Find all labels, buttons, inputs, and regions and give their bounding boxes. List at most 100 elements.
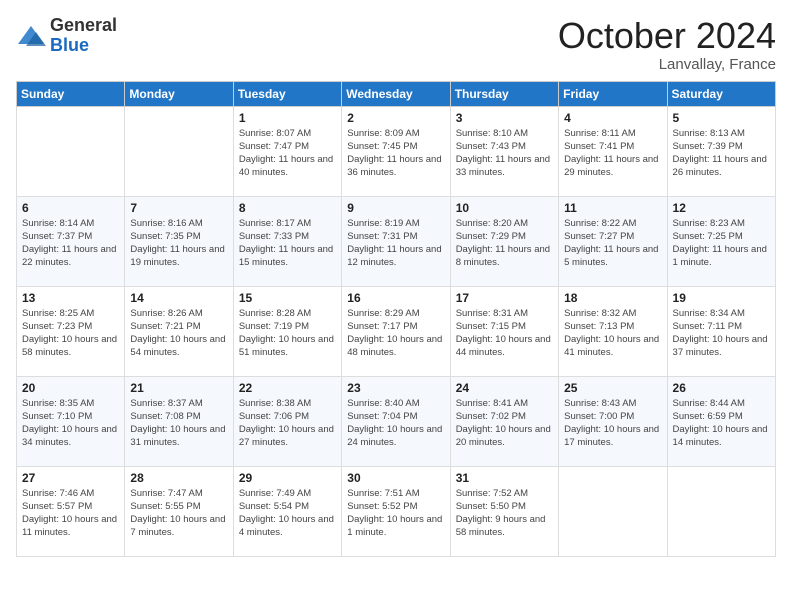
calendar-cell: 25 Sunrise: 8:43 AMSunset: 7:00 PMDayligh… xyxy=(559,376,667,466)
day-number: 18 xyxy=(564,291,661,305)
day-detail: Sunrise: 8:16 AMSunset: 7:35 PMDaylight:… xyxy=(130,217,227,270)
day-detail: Sunrise: 7:49 AMSunset: 5:54 PMDaylight:… xyxy=(239,487,336,540)
calendar-week-row: 20 Sunrise: 8:35 AMSunset: 7:10 PMDayligh… xyxy=(17,376,776,466)
day-number: 23 xyxy=(347,381,444,395)
day-number: 22 xyxy=(239,381,336,395)
day-detail: Sunrise: 8:10 AMSunset: 7:43 PMDaylight:… xyxy=(456,127,553,180)
calendar-cell: 13 Sunrise: 8:25 AMSunset: 7:23 PMDayligh… xyxy=(17,286,125,376)
location-text: Lanvallay, France xyxy=(558,56,776,73)
calendar-week-row: 6 Sunrise: 8:14 AMSunset: 7:37 PMDaylight… xyxy=(17,196,776,286)
day-number: 29 xyxy=(239,471,336,485)
calendar-cell xyxy=(667,466,775,556)
logo-icon xyxy=(16,24,46,48)
calendar-cell xyxy=(559,466,667,556)
calendar-cell: 7 Sunrise: 8:16 AMSunset: 7:35 PMDaylight… xyxy=(125,196,233,286)
calendar-cell: 11 Sunrise: 8:22 AMSunset: 7:27 PMDayligh… xyxy=(559,196,667,286)
day-number: 5 xyxy=(673,111,770,125)
page-header: General Blue October 2024 Lanvallay, Fra… xyxy=(16,16,776,73)
day-detail: Sunrise: 8:38 AMSunset: 7:06 PMDaylight:… xyxy=(239,397,336,450)
day-detail: Sunrise: 8:28 AMSunset: 7:19 PMDaylight:… xyxy=(239,307,336,360)
day-detail: Sunrise: 8:11 AMSunset: 7:41 PMDaylight:… xyxy=(564,127,661,180)
header-friday: Friday xyxy=(559,81,667,106)
day-number: 7 xyxy=(130,201,227,215)
day-detail: Sunrise: 8:09 AMSunset: 7:45 PMDaylight:… xyxy=(347,127,444,180)
day-number: 27 xyxy=(22,471,119,485)
day-number: 12 xyxy=(673,201,770,215)
header-wednesday: Wednesday xyxy=(342,81,450,106)
header-thursday: Thursday xyxy=(450,81,558,106)
day-number: 13 xyxy=(22,291,119,305)
calendar-cell: 28Sunrise: 7:47 AMSunset: 5:55 PMDayligh… xyxy=(125,466,233,556)
calendar-cell: 1 Sunrise: 8:07 AMSunset: 7:47 PMDaylight… xyxy=(233,106,341,196)
logo-blue-text: Blue xyxy=(50,35,89,55)
calendar-cell: 21Sunrise: 8:37 AMSunset: 7:08 PMDayligh… xyxy=(125,376,233,466)
day-number: 17 xyxy=(456,291,553,305)
calendar-cell: 9 Sunrise: 8:19 AMSunset: 7:31 PMDaylight… xyxy=(342,196,450,286)
day-detail: Sunrise: 8:43 AMSunset: 7:00 PMDaylight:… xyxy=(564,397,661,450)
calendar-cell: 2 Sunrise: 8:09 AMSunset: 7:45 PMDaylight… xyxy=(342,106,450,196)
day-detail: Sunrise: 8:29 AMSunset: 7:17 PMDaylight:… xyxy=(347,307,444,360)
calendar-cell: 29 Sunrise: 7:49 AMSunset: 5:54 PMDayligh… xyxy=(233,466,341,556)
calendar-cell: 23Sunrise: 8:40 AMSunset: 7:04 PMDayligh… xyxy=(342,376,450,466)
calendar-table: SundayMondayTuesdayWednesdayThursdayFrid… xyxy=(16,81,776,557)
calendar-cell: 26Sunrise: 8:44 AMSunset: 6:59 PMDayligh… xyxy=(667,376,775,466)
day-number: 15 xyxy=(239,291,336,305)
day-number: 25 xyxy=(564,381,661,395)
day-number: 2 xyxy=(347,111,444,125)
day-detail: Sunrise: 8:13 AMSunset: 7:39 PMDaylight:… xyxy=(673,127,770,180)
day-number: 16 xyxy=(347,291,444,305)
day-detail: Sunrise: 7:46 AMSunset: 5:57 PMDaylight:… xyxy=(22,487,119,540)
day-number: 11 xyxy=(564,201,661,215)
day-number: 31 xyxy=(456,471,553,485)
calendar-cell xyxy=(17,106,125,196)
header-tuesday: Tuesday xyxy=(233,81,341,106)
calendar-cell: 10Sunrise: 8:20 AMSunset: 7:29 PMDayligh… xyxy=(450,196,558,286)
day-number: 1 xyxy=(239,111,336,125)
calendar-week-row: 13 Sunrise: 8:25 AMSunset: 7:23 PMDayligh… xyxy=(17,286,776,376)
day-number: 24 xyxy=(456,381,553,395)
logo-general-text: General xyxy=(50,15,117,35)
calendar-cell: 15 Sunrise: 8:28 AMSunset: 7:19 PMDayligh… xyxy=(233,286,341,376)
day-detail: Sunrise: 8:32 AMSunset: 7:13 PMDaylight:… xyxy=(564,307,661,360)
title-block: October 2024 Lanvallay, France xyxy=(558,16,776,73)
day-number: 3 xyxy=(456,111,553,125)
calendar-cell: 8Sunrise: 8:17 AMSunset: 7:33 PMDaylight… xyxy=(233,196,341,286)
day-detail: Sunrise: 7:52 AMSunset: 5:50 PMDaylight:… xyxy=(456,487,553,540)
month-title: October 2024 xyxy=(558,16,776,56)
day-detail: Sunrise: 8:35 AMSunset: 7:10 PMDaylight:… xyxy=(22,397,119,450)
calendar-cell: 30Sunrise: 7:51 AMSunset: 5:52 PMDayligh… xyxy=(342,466,450,556)
calendar-cell: 22 Sunrise: 8:38 AMSunset: 7:06 PMDayligh… xyxy=(233,376,341,466)
day-number: 26 xyxy=(673,381,770,395)
day-number: 20 xyxy=(22,381,119,395)
calendar-cell: 27 Sunrise: 7:46 AMSunset: 5:57 PMDayligh… xyxy=(17,466,125,556)
day-detail: Sunrise: 8:07 AMSunset: 7:47 PMDaylight:… xyxy=(239,127,336,180)
day-detail: Sunrise: 8:25 AMSunset: 7:23 PMDaylight:… xyxy=(22,307,119,360)
day-number: 28 xyxy=(130,471,227,485)
logo: General Blue xyxy=(16,16,117,56)
calendar-cell: 3 Sunrise: 8:10 AMSunset: 7:43 PMDaylight… xyxy=(450,106,558,196)
day-detail: Sunrise: 8:34 AMSunset: 7:11 PMDaylight:… xyxy=(673,307,770,360)
day-number: 6 xyxy=(22,201,119,215)
day-number: 8 xyxy=(239,201,336,215)
day-number: 10 xyxy=(456,201,553,215)
day-detail: Sunrise: 8:19 AMSunset: 7:31 PMDaylight:… xyxy=(347,217,444,270)
day-number: 9 xyxy=(347,201,444,215)
day-number: 4 xyxy=(564,111,661,125)
day-detail: Sunrise: 8:31 AMSunset: 7:15 PMDaylight:… xyxy=(456,307,553,360)
calendar-cell: 20 Sunrise: 8:35 AMSunset: 7:10 PMDayligh… xyxy=(17,376,125,466)
calendar-cell xyxy=(125,106,233,196)
day-number: 14 xyxy=(130,291,227,305)
calendar-cell: 31 Sunrise: 7:52 AMSunset: 5:50 PMDayligh… xyxy=(450,466,558,556)
calendar-cell: 17 Sunrise: 8:31 AMSunset: 7:15 PMDayligh… xyxy=(450,286,558,376)
day-detail: Sunrise: 8:14 AMSunset: 7:37 PMDaylight:… xyxy=(22,217,119,270)
day-detail: Sunrise: 8:26 AMSunset: 7:21 PMDaylight:… xyxy=(130,307,227,360)
day-detail: Sunrise: 8:22 AMSunset: 7:27 PMDaylight:… xyxy=(564,217,661,270)
day-detail: Sunrise: 8:41 AMSunset: 7:02 PMDaylight:… xyxy=(456,397,553,450)
day-number: 19 xyxy=(673,291,770,305)
calendar-cell: 24 Sunrise: 8:41 AMSunset: 7:02 PMDayligh… xyxy=(450,376,558,466)
header-saturday: Saturday xyxy=(667,81,775,106)
header-sunday: Sunday xyxy=(17,81,125,106)
calendar-cell: 14 Sunrise: 8:26 AMSunset: 7:21 PMDayligh… xyxy=(125,286,233,376)
calendar-cell: 19 Sunrise: 8:34 AMSunset: 7:11 PMDayligh… xyxy=(667,286,775,376)
day-detail: Sunrise: 7:51 AMSunset: 5:52 PMDaylight:… xyxy=(347,487,444,540)
